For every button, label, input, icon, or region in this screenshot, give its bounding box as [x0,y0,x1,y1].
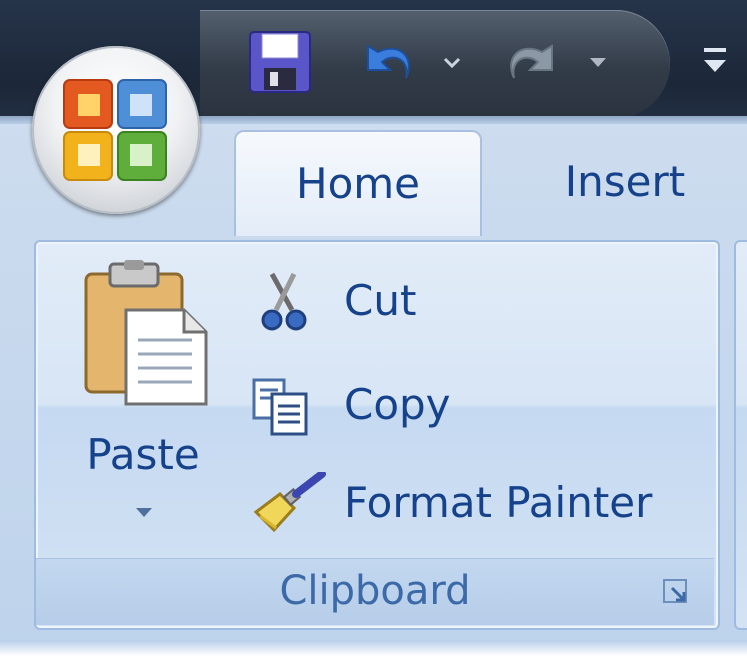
office-button[interactable] [32,46,200,214]
ribbon-bottom-edge [0,640,747,656]
scissors-icon [261,272,307,331]
caret-down-icon [590,58,606,67]
copy-icon [252,378,308,436]
customize-qat-button[interactable] [700,40,730,84]
format-painter-label: Format Painter [344,478,653,527]
format-painter-icon [253,472,326,533]
save-icon [249,31,311,93]
undo-dropdown-button[interactable] [440,50,464,74]
customize-qat-icon [704,48,726,72]
redo-icon [510,44,553,79]
copy-label: Copy [344,380,451,429]
clipboard-dialog-launcher[interactable] [662,578,690,606]
paste-label: Paste [86,430,200,479]
office-logo-icon [63,79,167,181]
undo-button[interactable] [354,30,424,94]
dialog-launcher-icon [663,579,687,603]
tab-insert[interactable]: Insert [540,130,710,234]
save-button[interactable] [248,30,312,94]
redo-button[interactable] [496,30,566,94]
tab-home[interactable]: Home [234,130,482,236]
chevron-down-icon [443,57,461,69]
undo-icon [367,44,410,79]
next-group [734,240,747,630]
paste-dropdown-icon[interactable] [134,506,154,518]
cut-label: Cut [344,276,417,325]
clipboard-group-label: Clipboard [279,568,471,614]
clipboard-paste-icon [84,260,208,406]
redo-dropdown-button[interactable] [586,50,610,74]
